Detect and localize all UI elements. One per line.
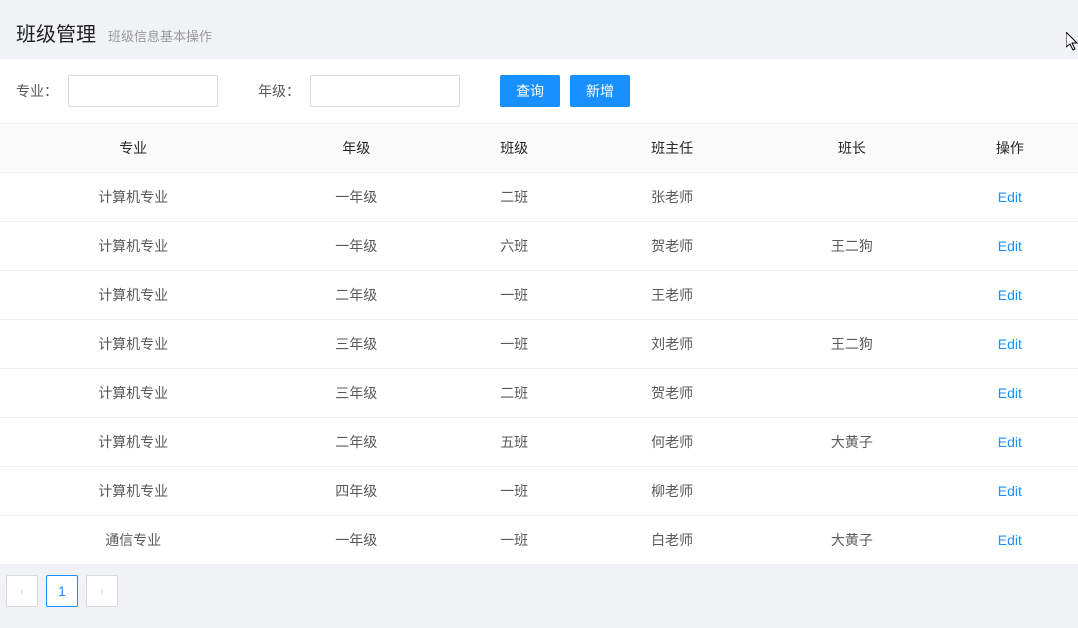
cell-monitor: 王二狗 bbox=[762, 320, 942, 369]
col-major: 专业 bbox=[0, 124, 266, 173]
major-label: 专业： bbox=[16, 81, 58, 101]
cell-monitor bbox=[762, 369, 942, 418]
cell-monitor bbox=[762, 467, 942, 516]
table-header-row: 专业 年级 班级 班主任 班长 操作 bbox=[0, 124, 1078, 173]
cell-major: 计算机专业 bbox=[0, 173, 266, 222]
cell-action: Edit bbox=[942, 467, 1078, 516]
cell-head_teacher: 贺老师 bbox=[582, 222, 762, 271]
cell-major: 计算机专业 bbox=[0, 418, 266, 467]
cell-action: Edit bbox=[942, 320, 1078, 369]
major-input[interactable] bbox=[68, 75, 218, 107]
prev-page-button[interactable]: ‹ bbox=[6, 575, 38, 607]
cell-major: 计算机专业 bbox=[0, 222, 266, 271]
edit-link[interactable]: Edit bbox=[998, 287, 1022, 303]
table-row: 计算机专业二年级五班何老师大黄子 Edit bbox=[0, 418, 1078, 467]
col-grade: 年级 bbox=[266, 124, 446, 173]
table-row: 计算机专业四年级一班柳老师 Edit bbox=[0, 467, 1078, 516]
main-card: 专业： 年级： 查询 新增 专业 年级 班级 班主任 班长 操作 计算机专业一年… bbox=[0, 59, 1078, 565]
filter-bar: 专业： 年级： 查询 新增 bbox=[0, 59, 1078, 123]
cell-class: 五班 bbox=[446, 418, 582, 467]
cell-head_teacher: 贺老师 bbox=[582, 369, 762, 418]
table-row: 计算机专业三年级二班贺老师 Edit bbox=[0, 369, 1078, 418]
cell-class: 一班 bbox=[446, 516, 582, 565]
chevron-left-icon: ‹ bbox=[20, 584, 24, 598]
cell-major: 计算机专业 bbox=[0, 271, 266, 320]
cell-monitor: 大黄子 bbox=[762, 418, 942, 467]
cell-monitor bbox=[762, 271, 942, 320]
cell-grade: 四年级 bbox=[266, 467, 446, 516]
cell-action: Edit bbox=[942, 516, 1078, 565]
cell-major: 计算机专业 bbox=[0, 320, 266, 369]
page-number-1[interactable]: 1 bbox=[46, 575, 78, 607]
page-title: 班级管理 bbox=[16, 18, 96, 47]
page-header: 班级管理 班级信息基本操作 bbox=[0, 0, 1078, 59]
cell-monitor: 大黄子 bbox=[762, 516, 942, 565]
cell-action: Edit bbox=[942, 271, 1078, 320]
cell-class: 一班 bbox=[446, 467, 582, 516]
edit-link[interactable]: Edit bbox=[998, 189, 1022, 205]
table-row: 计算机专业一年级六班贺老师王二狗 Edit bbox=[0, 222, 1078, 271]
chevron-right-icon: › bbox=[100, 584, 104, 598]
next-page-button[interactable]: › bbox=[86, 575, 118, 607]
cell-action: Edit bbox=[942, 173, 1078, 222]
cell-action: Edit bbox=[942, 418, 1078, 467]
edit-link[interactable]: Edit bbox=[998, 336, 1022, 352]
cell-grade: 一年级 bbox=[266, 222, 446, 271]
col-action: 操作 bbox=[942, 124, 1078, 173]
cell-major: 通信专业 bbox=[0, 516, 266, 565]
cell-class: 二班 bbox=[446, 369, 582, 418]
table-row: 计算机专业三年级一班刘老师王二狗 Edit bbox=[0, 320, 1078, 369]
cell-head_teacher: 柳老师 bbox=[582, 467, 762, 516]
edit-link[interactable]: Edit bbox=[998, 385, 1022, 401]
cell-grade: 二年级 bbox=[266, 418, 446, 467]
cell-action: Edit bbox=[942, 369, 1078, 418]
edit-link[interactable]: Edit bbox=[998, 434, 1022, 450]
cell-class: 二班 bbox=[446, 173, 582, 222]
cell-head_teacher: 刘老师 bbox=[582, 320, 762, 369]
cell-head_teacher: 何老师 bbox=[582, 418, 762, 467]
cell-head_teacher: 王老师 bbox=[582, 271, 762, 320]
grade-label: 年级： bbox=[258, 81, 300, 101]
cell-grade: 三年级 bbox=[266, 320, 446, 369]
col-class: 班级 bbox=[446, 124, 582, 173]
grade-input[interactable] bbox=[310, 75, 460, 107]
cell-monitor: 王二狗 bbox=[762, 222, 942, 271]
add-button[interactable]: 新增 bbox=[570, 75, 630, 107]
cell-grade: 三年级 bbox=[266, 369, 446, 418]
cell-major: 计算机专业 bbox=[0, 467, 266, 516]
cell-grade: 一年级 bbox=[266, 173, 446, 222]
pagination: ‹ 1 › bbox=[0, 565, 1078, 617]
class-table: 专业 年级 班级 班主任 班长 操作 计算机专业一年级二班张老师Edit计算机专… bbox=[0, 123, 1078, 565]
cell-class: 六班 bbox=[446, 222, 582, 271]
search-button[interactable]: 查询 bbox=[500, 75, 560, 107]
edit-link[interactable]: Edit bbox=[998, 238, 1022, 254]
table-row: 计算机专业一年级二班张老师 Edit bbox=[0, 173, 1078, 222]
page-subtitle: 班级信息基本操作 bbox=[108, 26, 212, 45]
col-monitor: 班长 bbox=[762, 124, 942, 173]
cell-major: 计算机专业 bbox=[0, 369, 266, 418]
cell-grade: 二年级 bbox=[266, 271, 446, 320]
table-row: 计算机专业二年级一班王老师 Edit bbox=[0, 271, 1078, 320]
cell-class: 一班 bbox=[446, 320, 582, 369]
cell-head_teacher: 白老师 bbox=[582, 516, 762, 565]
edit-link[interactable]: Edit bbox=[998, 483, 1022, 499]
cell-monitor bbox=[762, 173, 942, 222]
cell-action: Edit bbox=[942, 222, 1078, 271]
cell-head_teacher: 张老师 bbox=[582, 173, 762, 222]
cell-grade: 一年级 bbox=[266, 516, 446, 565]
cell-class: 一班 bbox=[446, 271, 582, 320]
table-row: 通信专业一年级一班白老师大黄子 Edit bbox=[0, 516, 1078, 565]
col-head-teacher: 班主任 bbox=[582, 124, 762, 173]
edit-link[interactable]: Edit bbox=[998, 532, 1022, 548]
